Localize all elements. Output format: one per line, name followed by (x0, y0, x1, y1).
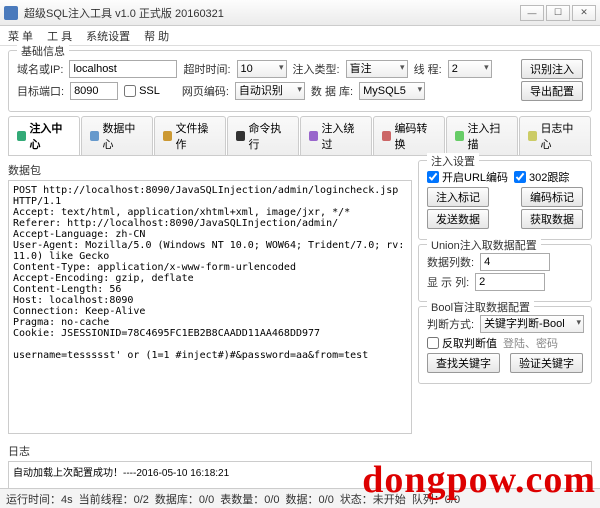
db-icon (90, 131, 99, 141)
bypass-icon (309, 131, 318, 141)
show-input[interactable] (475, 273, 545, 291)
home-icon (17, 131, 26, 141)
basic-title: 基础信息 (17, 43, 69, 59)
inject-title: 注入设置 (427, 153, 479, 169)
minimize-button[interactable]: — (520, 5, 544, 21)
status-bar: 运行时间：4s 当前线程：0/2 数据库：0/0 表数量：0/0 数据：0/0 … (0, 488, 600, 508)
maximize-button[interactable]: ☐ (546, 5, 570, 21)
log-icon (528, 131, 537, 141)
type-select[interactable]: 盲注 (346, 60, 408, 78)
tab-file-ops[interactable]: 文件操作 (154, 116, 226, 155)
tab-data-center[interactable]: 数据中心 (81, 116, 153, 155)
track302-checkbox[interactable]: 302跟踪 (514, 169, 569, 185)
union-title: Union注入取数据配置 (427, 237, 541, 253)
menu-tools[interactable]: 工 具 (47, 28, 72, 44)
status-data: 数据：0/0 (286, 491, 334, 507)
enc-select[interactable]: 自动识别 (235, 82, 305, 100)
title-bar: 超级SQL注入工具 v1.0 正式版 20160321 — ☐ ✕ (0, 0, 600, 26)
find-key-button[interactable]: 查找关键字 (427, 353, 500, 373)
host-label: 域名或IP: (17, 61, 63, 77)
status-table: 表数量：0/0 (220, 491, 279, 507)
menu-settings[interactable]: 系统设置 (86, 28, 130, 44)
tab-scan[interactable]: 注入扫描 (446, 116, 518, 155)
verify-key-button[interactable]: 验证关键字 (510, 353, 583, 373)
tab-bypass[interactable]: 注入绕过 (300, 116, 372, 155)
bool-title: Bool盲注取数据配置 (427, 299, 534, 315)
thread-label: 线 程: (414, 61, 442, 77)
delay-label: 超时时间: (183, 61, 230, 77)
send-button[interactable]: 发送数据 (427, 209, 489, 229)
thread-select[interactable]: 2 (448, 60, 492, 78)
show-label: 显 示 列: (427, 274, 469, 290)
tab-inject-center[interactable]: 注入中心 (8, 116, 80, 155)
tab-log[interactable]: 日志中心 (519, 116, 591, 155)
tab-encode[interactable]: 编码转换 (373, 116, 445, 155)
tab-cmd-exec[interactable]: 命令执行 (227, 116, 299, 155)
ssl-checkbox[interactable]: SSL (124, 85, 160, 97)
detect-button[interactable]: 识别注入 (521, 59, 583, 79)
packet-title: 数据包 (8, 162, 412, 178)
delay-select[interactable]: 10 (237, 60, 287, 78)
status-time: 运行时间：4s (6, 491, 73, 507)
mode-label: 判断方式: (427, 316, 474, 332)
log-title: 日志 (8, 443, 592, 459)
inverse-checkbox[interactable]: 反取判断值 (427, 335, 497, 351)
file-icon (163, 131, 172, 141)
status-db: 数据库：0/0 (155, 491, 214, 507)
enc-label: 网页编码: (182, 83, 229, 99)
encmark-button[interactable]: 编码标记 (521, 187, 583, 207)
log-box[interactable]: 自动加载上次配置成功！----2016-05-10 16:18:21 (8, 461, 592, 489)
status-thread: 当前线程：0/2 (79, 491, 149, 507)
mark-button[interactable]: 注入标记 (427, 187, 489, 207)
basic-group: 基础信息 域名或IP: 超时时间: 10 注入类型: 盲注 线 程: 2 识别注… (8, 50, 592, 112)
inject-group: 注入设置 开启URL编码 302跟踪 注入标记 编码标记 发送数据 获取数据 (418, 160, 592, 240)
encode-icon (382, 131, 391, 141)
after-label: 登陆、密码 (503, 335, 558, 351)
app-icon (4, 6, 18, 20)
mode-select[interactable]: 关键字判断-Bool (480, 315, 584, 333)
cols-label: 数据列数: (427, 254, 474, 270)
menu-main[interactable]: 菜 单 (8, 28, 33, 44)
window-title: 超级SQL注入工具 v1.0 正式版 20160321 (24, 5, 518, 21)
type-label: 注入类型: (293, 61, 340, 77)
scan-icon (455, 131, 464, 141)
packet-textarea[interactable]: POST http://localhost:8090/JavaSQLInject… (8, 180, 412, 434)
db-select[interactable]: MySQL5 (359, 82, 425, 100)
export-button[interactable]: 导出配置 (521, 81, 583, 101)
host-input[interactable] (69, 60, 177, 78)
cmd-icon (236, 131, 245, 141)
status-queue: 队列：0/0 (412, 491, 460, 507)
port-label: 目标端口: (17, 83, 64, 99)
db-label: 数 据 库: (311, 83, 353, 99)
status-state: 状态：未开始 (340, 491, 406, 507)
cols-input[interactable] (480, 253, 550, 271)
port-input[interactable] (70, 82, 118, 100)
menu-help[interactable]: 帮 助 (144, 28, 169, 44)
union-group: Union注入取数据配置 数据列数: 显 示 列: (418, 244, 592, 302)
urlenc-checkbox[interactable]: 开启URL编码 (427, 169, 508, 185)
menu-bar: 菜 单 工 具 系统设置 帮 助 (0, 26, 600, 46)
bool-group: Bool盲注取数据配置 判断方式:关键字判断-Bool 反取判断值 登陆、密码 … (418, 306, 592, 384)
get-button[interactable]: 获取数据 (521, 209, 583, 229)
tab-bar: 注入中心 数据中心 文件操作 命令执行 注入绕过 编码转换 注入扫描 日志中心 (8, 116, 592, 156)
close-button[interactable]: ✕ (572, 5, 596, 21)
